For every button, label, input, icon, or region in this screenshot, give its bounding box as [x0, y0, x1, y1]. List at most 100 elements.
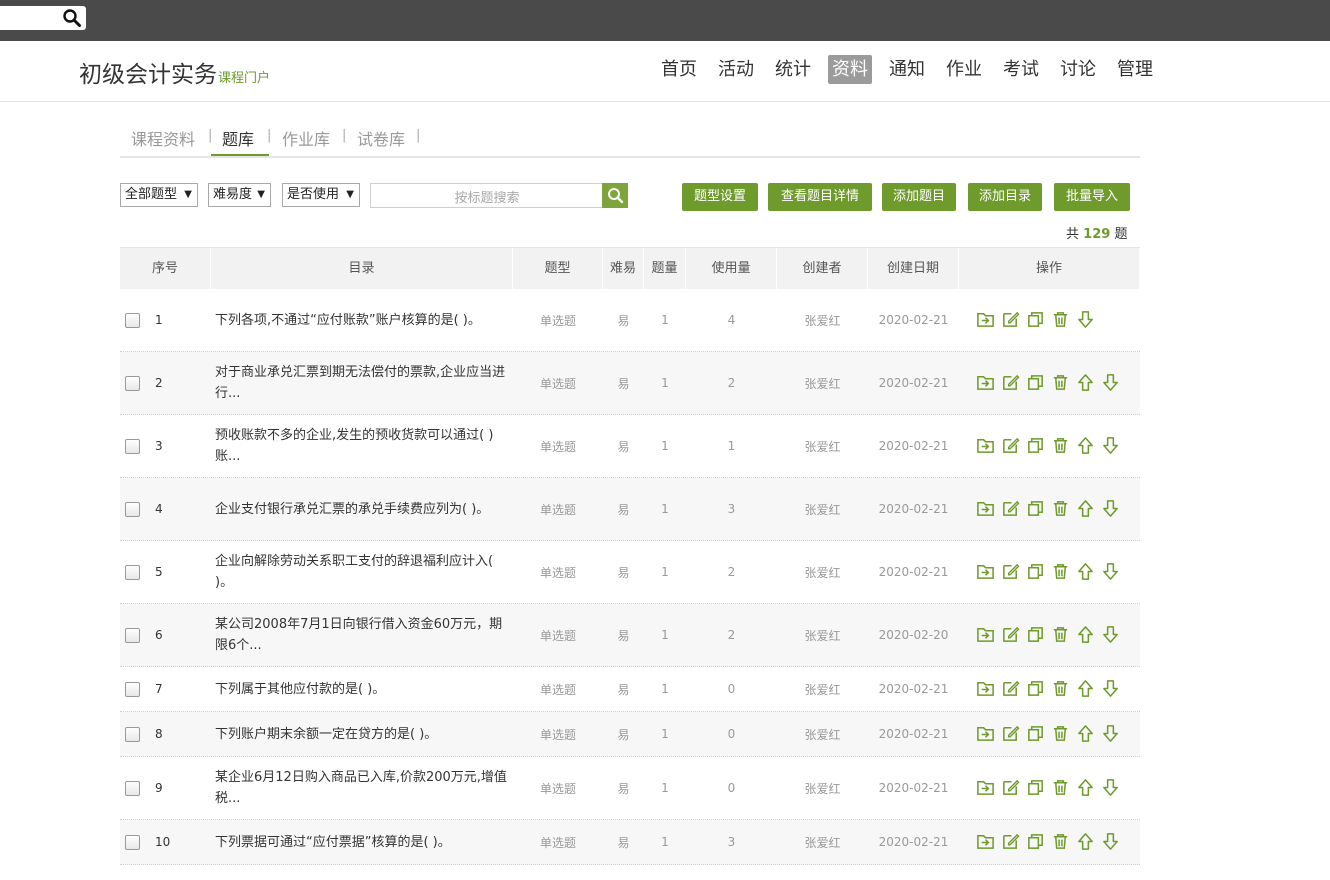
move-up-icon[interactable]	[1076, 562, 1097, 582]
question-title[interactable]: 预收账款不多的企业,发生的预收货款可以通过( )账...	[215, 415, 507, 477]
edit-icon[interactable]	[1001, 373, 1022, 393]
row-checkbox[interactable]	[125, 501, 140, 517]
delete-icon[interactable]	[1051, 436, 1072, 456]
copy-icon[interactable]	[1026, 436, 1047, 456]
nav-item[interactable]: 统计	[771, 55, 815, 84]
copy-icon[interactable]	[1026, 310, 1047, 330]
question-title[interactable]: 下列各项,不通过“应付账款”账户核算的是( )。	[215, 289, 507, 351]
question-title[interactable]: 企业向解除劳动关系职工支付的辞退福利应计入( )。	[215, 541, 507, 603]
move-down-icon[interactable]	[1101, 832, 1122, 852]
move-icon[interactable]	[976, 499, 997, 519]
nav-item[interactable]: 管理	[1113, 55, 1157, 84]
nav-item[interactable]: 通知	[885, 55, 929, 84]
row-checkbox[interactable]	[125, 438, 140, 454]
delete-icon[interactable]	[1051, 625, 1072, 645]
tab-3[interactable]: 试卷库	[357, 126, 405, 150]
delete-icon[interactable]	[1051, 373, 1072, 393]
copy-icon[interactable]	[1026, 625, 1047, 645]
question-title[interactable]: 对于商业承兑汇票到期无法偿付的票款,企业应当进行...	[215, 352, 507, 414]
question-title[interactable]: 某企业6月12日购入商品已入库,价款200万元,增值税...	[215, 757, 507, 819]
move-up-icon[interactable]	[1076, 373, 1097, 393]
move-icon[interactable]	[976, 310, 997, 330]
row-checkbox[interactable]	[125, 780, 140, 796]
move-icon[interactable]	[976, 778, 997, 798]
move-up-icon[interactable]	[1076, 436, 1097, 456]
move-down-icon[interactable]	[1101, 562, 1122, 582]
nav-item[interactable]: 考试	[999, 55, 1043, 84]
move-icon[interactable]	[976, 679, 997, 699]
copy-icon[interactable]	[1026, 562, 1047, 582]
row-checkbox[interactable]	[125, 834, 140, 850]
copy-icon[interactable]	[1026, 832, 1047, 852]
row-checkbox[interactable]	[125, 312, 140, 328]
edit-icon[interactable]	[1001, 724, 1022, 744]
move-down-icon[interactable]	[1076, 310, 1097, 330]
move-icon[interactable]	[976, 436, 997, 456]
copy-icon[interactable]	[1026, 778, 1047, 798]
question-title[interactable]: 下列属于其他应付款的是( )。	[215, 667, 507, 711]
row-checkbox[interactable]	[125, 375, 140, 391]
question-type-select[interactable]: 全部题型 ▼	[120, 183, 198, 207]
delete-icon[interactable]	[1051, 499, 1072, 519]
copy-icon[interactable]	[1026, 373, 1047, 393]
delete-icon[interactable]	[1051, 310, 1072, 330]
delete-icon[interactable]	[1051, 724, 1072, 744]
move-down-icon[interactable]	[1101, 679, 1122, 699]
move-icon[interactable]	[976, 625, 997, 645]
edit-icon[interactable]	[1001, 679, 1022, 699]
copy-icon[interactable]	[1026, 499, 1047, 519]
edit-icon[interactable]	[1001, 310, 1022, 330]
difficulty-select[interactable]: 难易度 ▼	[208, 183, 271, 207]
row-checkbox[interactable]	[125, 681, 140, 697]
copy-icon[interactable]	[1026, 724, 1047, 744]
edit-icon[interactable]	[1001, 562, 1022, 582]
tab-2[interactable]: 作业库	[282, 126, 330, 150]
move-down-icon[interactable]	[1101, 499, 1122, 519]
move-up-icon[interactable]	[1076, 625, 1097, 645]
row-checkbox[interactable]	[125, 564, 140, 580]
move-down-icon[interactable]	[1101, 724, 1122, 744]
edit-icon[interactable]	[1001, 436, 1022, 456]
edit-icon[interactable]	[1001, 778, 1022, 798]
question-title[interactable]: 某公司2008年7月1日向银行借入资金60万元，期限6个...	[215, 604, 507, 666]
move-icon[interactable]	[976, 832, 997, 852]
usage-select[interactable]: 是否使用 ▼	[282, 183, 360, 207]
search-button[interactable]	[602, 183, 628, 208]
course-title[interactable]: 初级会计实务课程门户	[79, 55, 270, 89]
copy-icon[interactable]	[1026, 679, 1047, 699]
nav-item[interactable]: 首页	[657, 55, 701, 84]
action-button[interactable]: 查看题目详情	[768, 183, 872, 211]
move-up-icon[interactable]	[1076, 724, 1097, 744]
question-title[interactable]: 下列票据可通过“应付票据”核算的是( )。	[215, 820, 507, 864]
edit-icon[interactable]	[1001, 832, 1022, 852]
nav-item[interactable]: 活动	[714, 55, 758, 84]
move-down-icon[interactable]	[1101, 436, 1122, 456]
move-up-icon[interactable]	[1076, 499, 1097, 519]
move-up-icon[interactable]	[1076, 778, 1097, 798]
edit-icon[interactable]	[1001, 625, 1022, 645]
move-up-icon[interactable]	[1076, 832, 1097, 852]
move-down-icon[interactable]	[1101, 373, 1122, 393]
move-icon[interactable]	[976, 562, 997, 582]
question-title[interactable]: 下列账户期末余额一定在贷方的是( )。	[215, 712, 507, 756]
delete-icon[interactable]	[1051, 778, 1072, 798]
title-search-input[interactable]: 按标题搜索	[370, 183, 628, 208]
edit-icon[interactable]	[1001, 499, 1022, 519]
nav-item[interactable]: 讨论	[1056, 55, 1100, 84]
move-icon[interactable]	[976, 724, 997, 744]
question-title[interactable]: 企业支付银行承兑汇票的承兑手续费应列为( )。	[215, 478, 507, 540]
delete-icon[interactable]	[1051, 832, 1072, 852]
tab-1[interactable]: 题库	[222, 126, 254, 150]
action-button[interactable]: 批量导入	[1054, 183, 1130, 211]
move-up-icon[interactable]	[1076, 679, 1097, 699]
search-icon[interactable]	[62, 8, 82, 28]
move-down-icon[interactable]	[1101, 625, 1122, 645]
action-button[interactable]: 添加题目	[882, 183, 956, 211]
nav-item[interactable]: 作业	[942, 55, 986, 84]
row-checkbox[interactable]	[125, 627, 140, 643]
delete-icon[interactable]	[1051, 562, 1072, 582]
global-search-input[interactable]	[0, 6, 86, 30]
action-button[interactable]: 题型设置	[682, 183, 758, 211]
delete-icon[interactable]	[1051, 679, 1072, 699]
move-icon[interactable]	[976, 373, 997, 393]
